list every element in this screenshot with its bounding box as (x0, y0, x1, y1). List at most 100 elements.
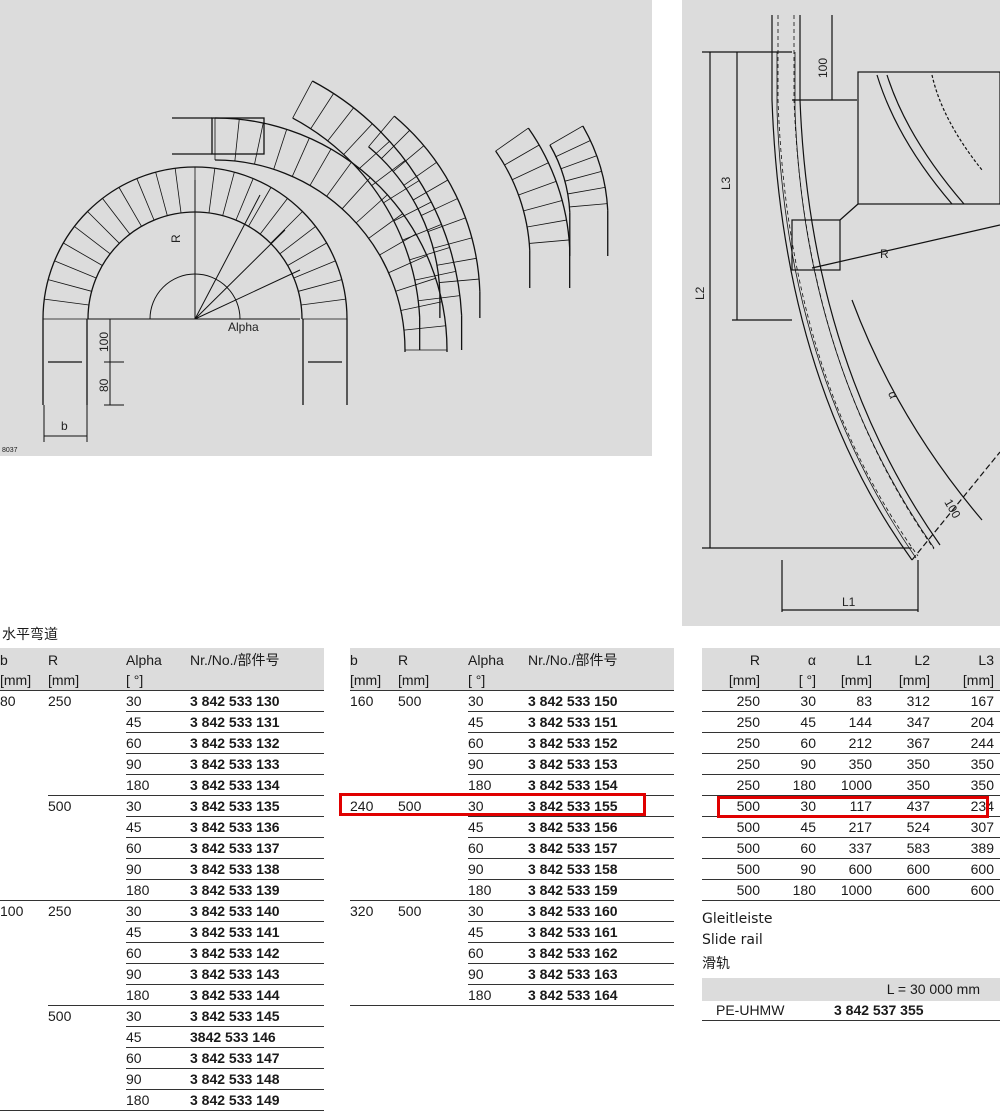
cell-alpha: 30 (126, 1005, 190, 1027)
cell-b: 100 (0, 900, 48, 922)
cell-r (48, 1069, 126, 1090)
cell-alpha: 45 (126, 921, 190, 943)
curve-dimension-figure: 100 L3 L2 R α 100 L1 (682, 0, 1000, 626)
cell-r (398, 859, 468, 880)
cell-alpha: 180 (766, 774, 822, 796)
cell-b (0, 838, 48, 859)
cell-b (0, 754, 48, 775)
cell-nr: 3 842 533 161 (528, 921, 674, 943)
cell-nr: 3 842 533 162 (528, 942, 674, 964)
cell-r (398, 964, 468, 985)
cell-alpha: 60 (126, 942, 190, 964)
dim-80-label: 80 (97, 378, 111, 392)
cell-alpha: 90 (126, 963, 190, 985)
cell-b (0, 1027, 48, 1048)
cell-l3: 204 (936, 711, 1000, 733)
header-nr: Nr./No./部件号 (190, 648, 324, 691)
table-row: 250 30 83 312 167 (702, 690, 1000, 712)
cell-l2: 524 (878, 816, 936, 838)
l2-label: L2 (693, 286, 707, 300)
table-header-row: R [mm] α[ °] L1 [mm] L2 [mm] L3 [mm] (702, 648, 1000, 691)
table-row: 100 250 30 3 842 533 140 (0, 900, 324, 922)
l1-label: L1 (842, 595, 856, 609)
table-row: 45 3 842 533 136 (0, 816, 324, 838)
cell-r (48, 985, 126, 1006)
cell-r: 250 (48, 690, 126, 712)
cell-l2: 350 (878, 753, 936, 775)
cell-alpha: 90 (766, 753, 822, 775)
cell-r (48, 880, 126, 901)
cell-b (350, 922, 398, 943)
dimension-table: R [mm] α[ °] L1 [mm] L2 [mm] L3 [mm] 250 30 83… (702, 648, 1000, 901)
cell-nr: 3 842 533 164 (528, 984, 674, 1006)
cell-b: 320 (350, 900, 398, 922)
cell-alpha: 90 (126, 858, 190, 880)
cell-alpha: 45 (126, 711, 190, 733)
cell-alpha: 30 (468, 690, 528, 712)
header-l1: L1 [mm] (822, 648, 878, 691)
cell-nr: 3 842 533 149 (190, 1089, 324, 1111)
cell-alpha: 30 (126, 795, 190, 817)
cell-b (350, 964, 398, 985)
table-row: 60 3 842 533 147 (0, 1047, 324, 1069)
header-nr: Nr./No./部件号 (528, 648, 674, 691)
cell-b (0, 880, 48, 901)
cell-r (48, 859, 126, 880)
table-row: 60 3 842 533 142 (0, 942, 324, 964)
header-r: R [mm] (702, 648, 766, 691)
cell-r (48, 964, 126, 985)
header-r: R [mm] (48, 648, 126, 691)
cell-b: 160 (350, 690, 398, 712)
cell-nr: 3 842 533 158 (528, 858, 674, 880)
header-alpha: Alpha[ °] (126, 648, 190, 691)
cell-r: 250 (702, 732, 766, 754)
slide-rail-title-cn: 滑轨 (702, 956, 730, 972)
cell-b (0, 1089, 48, 1111)
cell-l2: 312 (878, 690, 936, 712)
cell-l2: 347 (878, 711, 936, 733)
cell-r (48, 1027, 126, 1048)
cell-b (0, 964, 48, 985)
cell-nr: 3 842 533 132 (190, 732, 324, 754)
cell-alpha: 60 (468, 942, 528, 964)
slide-rail-material: PE-UHMW (716, 1002, 785, 1018)
table-row: 90 3 842 533 143 (0, 963, 324, 985)
cell-r (48, 817, 126, 838)
cell-r: 250 (702, 690, 766, 712)
cell-b (350, 733, 398, 754)
cell-nr: 3 842 533 156 (528, 816, 674, 838)
cell-r: 500 (398, 900, 468, 922)
dim-100-label: 100 (97, 332, 111, 352)
table-row: 180 3 842 533 149 (0, 1089, 324, 1111)
cell-l1: 144 (822, 711, 878, 733)
cell-nr: 3 842 533 139 (190, 879, 324, 901)
cell-nr: 3 842 533 136 (190, 816, 324, 838)
cell-l1: 337 (822, 837, 878, 859)
cell-r (48, 775, 126, 796)
cell-nr: 3 842 533 157 (528, 837, 674, 859)
cell-alpha: 90 (468, 963, 528, 985)
cell-nr: 3 842 533 130 (190, 690, 324, 712)
table-row: 160 500 30 3 842 533 150 (350, 690, 674, 712)
table-row: 90 3 842 533 133 (0, 753, 324, 775)
table-row: 250 180 1000 350 350 (702, 774, 1000, 796)
cell-r (48, 943, 126, 964)
table-row: 500 90 600 600 600 (702, 858, 1000, 880)
cell-nr: 3 842 533 140 (190, 900, 324, 922)
cell-r (398, 712, 468, 733)
slide-rail-nr: 3 842 537 355 (834, 1002, 924, 1018)
table-row: 500 180 1000 600 600 (702, 879, 1000, 901)
cell-b (350, 838, 398, 859)
curve-table-middle: b [mm] R [mm] Alpha[ °] Nr./No./部件号 160 500… (350, 648, 674, 1006)
cell-l1: 83 (822, 690, 878, 712)
cell-nr: 3842 533 146 (190, 1026, 324, 1048)
cell-r: 500 (702, 858, 766, 880)
cell-alpha: 60 (468, 837, 528, 859)
cell-alpha: 45 (468, 921, 528, 943)
cell-r (398, 733, 468, 754)
alpha-label: Alpha (228, 320, 259, 334)
slide-rail-title-de: Gleitleiste (702, 911, 773, 927)
table-row: 180 3 842 533 134 (0, 774, 324, 796)
header-alpha: α[ °] (766, 648, 822, 691)
cell-alpha: 30 (126, 690, 190, 712)
